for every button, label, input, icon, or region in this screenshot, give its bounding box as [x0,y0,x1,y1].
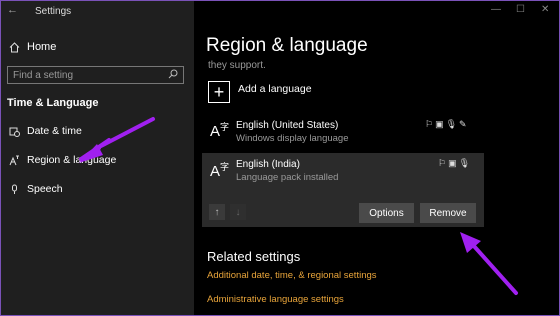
add-language-button[interactable]: + [208,81,230,103]
sidebar-item-home[interactable]: Home [7,39,56,55]
add-language-label[interactable]: Add a language [238,83,312,95]
section-title: Time & Language [7,97,99,109]
plus-icon: + [213,82,225,102]
maximize-button[interactable]: ☐ [516,4,525,15]
close-button[interactable]: ✕ [541,4,549,15]
language-item-en-in[interactable]: A字 English (India) Language pack install… [202,153,484,227]
language-feature-icons: ⚐▣🎙 [438,158,472,168]
remove-button[interactable]: Remove [420,203,476,223]
page-title: Region & language [206,35,368,56]
related-link-admin-language[interactable]: Administrative language settings [207,294,344,305]
home-label: Home [27,41,57,53]
main-content: — ☐ ✕ Region & language they support. + … [194,1,559,315]
arrow-up-icon: ↑ [214,206,220,218]
window-title: Settings [35,6,72,17]
sidebar: ← Settings Home Find a setting Time & La… [1,1,194,315]
language-glyph-icon: A字 [210,162,230,180]
settings-window: ← Settings Home Find a setting Time & La… [0,0,560,316]
page-subtitle: they support. [208,60,266,71]
sidebar-item-label: Region & language [27,154,117,166]
arrow-down-icon: ↓ [235,206,241,218]
language-name: English (India) [236,159,300,170]
calendar-clock-icon [7,126,21,137]
sidebar-item-date-time[interactable]: Date & time [7,123,82,139]
related-link-date-time-regional[interactable]: Additional date, time, & regional settin… [207,270,377,281]
microphone-icon [7,184,21,195]
back-arrow-icon[interactable]: ← [7,4,18,16]
sidebar-item-region-language[interactable]: Region & language [7,152,116,168]
language-status: Language pack installed [236,172,339,183]
language-status: Windows display language [236,133,349,144]
move-down-button[interactable]: ↓ [230,204,246,220]
sidebar-item-speech[interactable]: Speech [7,181,63,197]
search-icon [168,69,178,82]
sidebar-item-label: Date & time [27,125,82,137]
minimize-button[interactable]: — [491,4,501,15]
search-input[interactable]: Find a setting [7,66,184,84]
search-placeholder: Find a setting [13,69,74,81]
language-item-en-us[interactable]: A字 English (United States) Windows displ… [202,114,484,150]
sidebar-item-label: Speech [27,183,63,195]
language-glyph-icon: A字 [210,122,230,140]
move-up-button[interactable]: ↑ [209,204,225,220]
home-icon [7,41,21,53]
language-feature-icons: ⚐▣🎙✎ [425,119,469,129]
region-language-icon [7,155,21,166]
options-button[interactable]: Options [359,203,414,223]
language-name: English (United States) [236,120,339,131]
related-settings-title: Related settings [207,249,301,264]
